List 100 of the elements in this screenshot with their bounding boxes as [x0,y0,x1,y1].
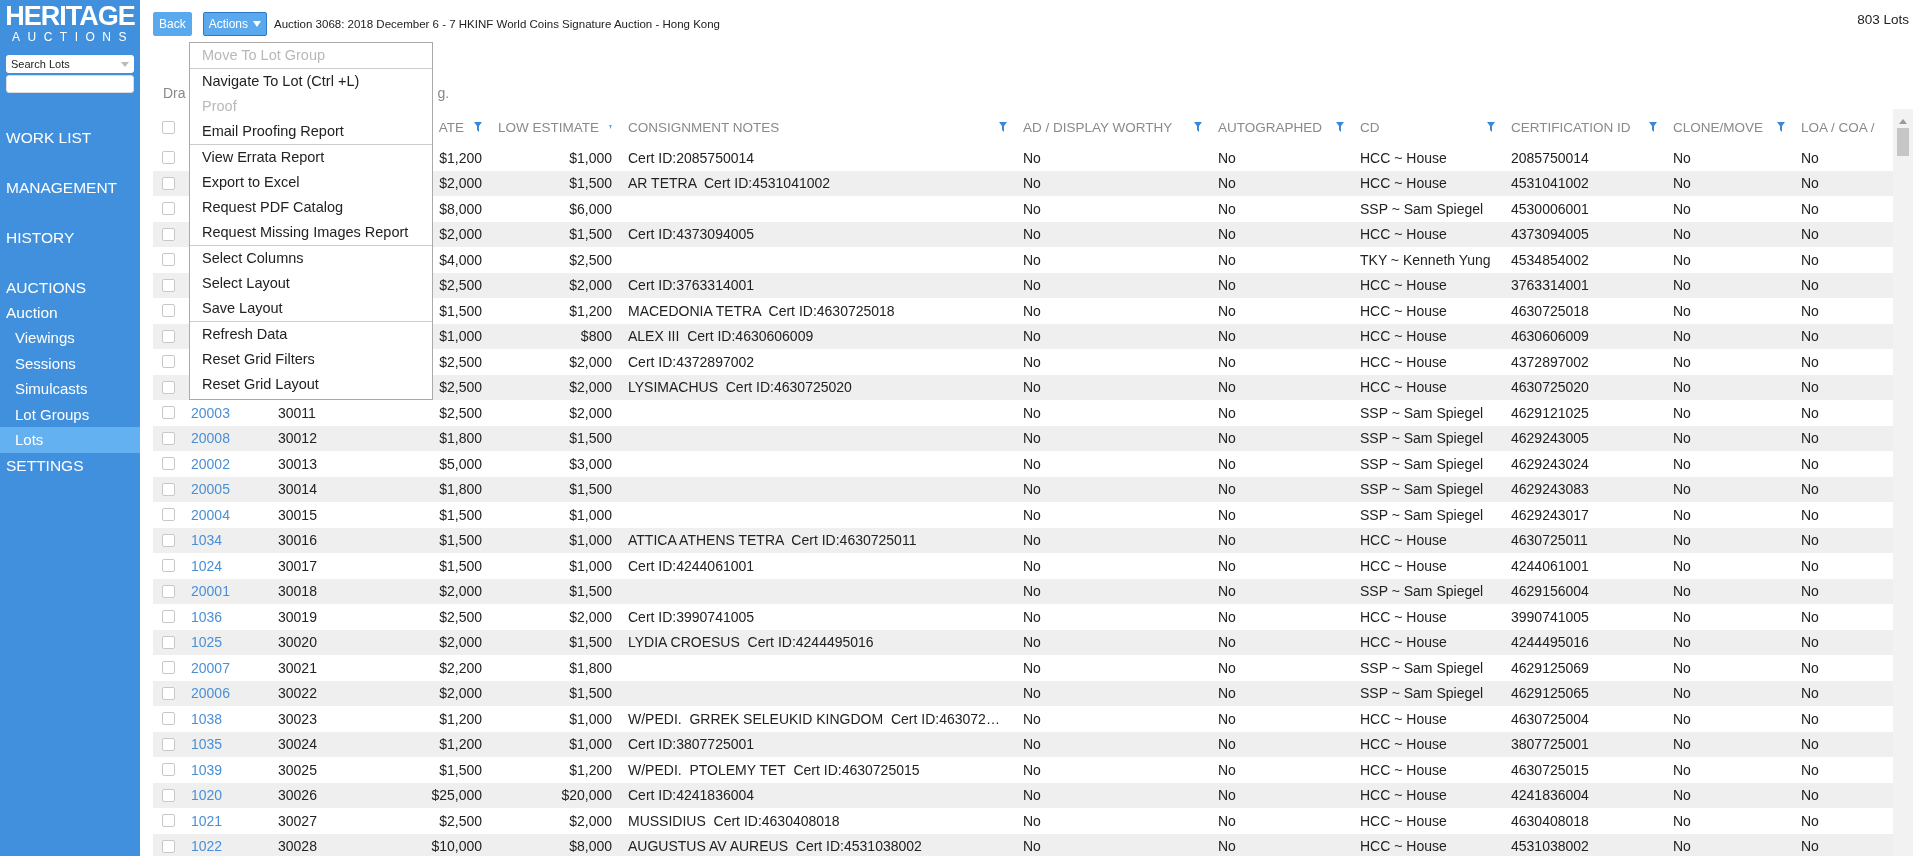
menu-item[interactable]: Select Columns [190,246,432,271]
lot-link[interactable]: 1025 [191,634,223,651]
menu-item[interactable]: Select Layout [190,271,432,296]
lot-link[interactable]: 20003 [191,404,230,421]
lot-link[interactable]: 1034 [191,532,223,549]
scroll-up-icon[interactable] [1899,119,1907,124]
column-header[interactable]: LOA / COA / [1801,119,1875,135]
search-field[interactable] [6,75,134,93]
lot-link[interactable]: 1035 [191,736,223,753]
lot-link[interactable]: 1021 [191,812,223,829]
column-header[interactable]: AD / DISPLAY WORTHY [1023,119,1173,135]
menu-item[interactable]: Reset Grid Layout [190,372,432,397]
lot-link[interactable]: 20008 [191,430,230,447]
select-all-checkbox[interactable] [161,120,175,134]
row-checkbox[interactable] [161,788,175,802]
lot-link[interactable]: 20007 [191,659,230,676]
lot-count: 803 Lots [1857,12,1909,27]
lot-link[interactable]: 20001 [191,583,230,600]
nav-item[interactable]: Viewings [0,325,140,351]
nav-item[interactable]: Lot Groups [0,401,140,427]
column-header[interactable]: LOW ESTIMATE [498,119,599,135]
menu-item[interactable]: Navigate To Lot (Ctrl +L) [190,69,432,94]
menu-item[interactable]: Save Layout [190,296,432,321]
column-header[interactable]: CERTIFICATION ID [1511,119,1631,135]
menu-item[interactable]: Request PDF Catalog [190,195,432,220]
filter-icon[interactable] [1487,122,1495,132]
lot-link[interactable]: 20005 [191,481,230,498]
menu-item[interactable]: Email Proofing Report [190,119,432,144]
menu-item[interactable]: View Errata Report [190,145,432,170]
filter-icon[interactable] [999,122,1007,132]
row-checkbox[interactable] [161,839,175,853]
row-checkbox[interactable] [161,227,175,241]
row-checkbox[interactable] [161,457,175,471]
menu-item[interactable]: Export to Excel [190,170,432,195]
nav-group[interactable]: Auction [0,300,140,325]
row-checkbox[interactable] [161,533,175,547]
column-header[interactable]: CD [1360,119,1380,135]
lot-link[interactable]: 1022 [191,838,223,855]
row-checkbox[interactable] [161,814,175,828]
row-checkbox[interactable] [161,559,175,573]
row-checkbox[interactable] [161,304,175,318]
table-cell: 30011 [278,404,316,421]
nav-section[interactable]: SETTINGS [0,452,140,478]
row-checkbox[interactable] [161,329,175,343]
lot-link[interactable]: 1036 [191,608,223,625]
lot-link[interactable]: 20002 [191,455,230,472]
filter-icon[interactable] [1336,122,1344,132]
filter-icon[interactable] [1194,122,1202,132]
scrollbar-thumb[interactable] [1897,128,1909,156]
row-checkbox[interactable] [161,686,175,700]
menu-item[interactable]: Reset Grid Filters [190,347,432,372]
actions-button[interactable]: Actions [202,12,268,36]
row-checkbox[interactable] [161,355,175,369]
row-checkbox[interactable] [161,712,175,726]
menu-item[interactable]: Refresh Data [190,322,432,347]
table-cell: 3990741005 [1511,608,1589,625]
nav-item[interactable]: Sessions [0,350,140,376]
row-checkbox[interactable] [161,253,175,267]
nav-item[interactable]: Simulcasts [0,376,140,402]
column-header[interactable]: CONSIGNMENT NOTES [628,119,780,135]
row-checkbox[interactable] [161,610,175,624]
row-checkbox[interactable] [161,431,175,445]
lot-link[interactable]: 1024 [191,557,223,574]
column-header[interactable]: CLONE/MOVE [1673,119,1764,135]
row-checkbox[interactable] [161,482,175,496]
lot-link[interactable]: 1039 [191,761,223,778]
nav-section[interactable]: HISTORY [0,225,140,250]
back-button[interactable]: Back [153,12,192,36]
filter-icon[interactable] [1777,122,1785,132]
table-cell: Cert ID:3763314001 [628,277,755,294]
row-checkbox[interactable] [161,406,175,420]
row-checkbox[interactable] [161,380,175,394]
nav-item[interactable]: Lots [0,427,140,453]
row-checkbox[interactable] [161,635,175,649]
filter-icon[interactable] [1649,122,1657,132]
row-checkbox[interactable] [161,737,175,751]
menu-item[interactable]: Request Missing Images Report [190,220,432,245]
row-checkbox[interactable] [161,151,175,165]
filter-icon[interactable] [474,122,482,132]
row-checkbox[interactable] [161,763,175,777]
row-checkbox[interactable] [161,584,175,598]
row-checkbox[interactable] [161,278,175,292]
lot-link[interactable]: 20006 [191,685,230,702]
column-header[interactable]: AUTOGRAPHED [1218,119,1323,135]
nav-section[interactable]: AUCTIONS [0,275,140,300]
row-checkbox[interactable] [161,202,175,216]
row-checkbox[interactable] [161,508,175,522]
lot-link[interactable]: 1038 [191,710,223,727]
row-checkbox[interactable] [161,661,175,675]
column-header[interactable]: ATE [438,119,464,135]
nav-section[interactable]: WORK LIST [0,125,140,150]
search-scope-dropdown[interactable]: Search Lots [6,55,134,73]
row-checkbox[interactable] [161,176,175,190]
lot-link[interactable]: 20004 [191,506,230,523]
nav-section[interactable]: MANAGEMENT [0,175,140,200]
scrollbar[interactable] [1893,109,1913,856]
table-cell: No [1673,277,1691,294]
lot-link[interactable]: 1020 [191,787,223,804]
table-cell: No [1801,481,1819,498]
table-cell: $1,800 [569,659,612,676]
